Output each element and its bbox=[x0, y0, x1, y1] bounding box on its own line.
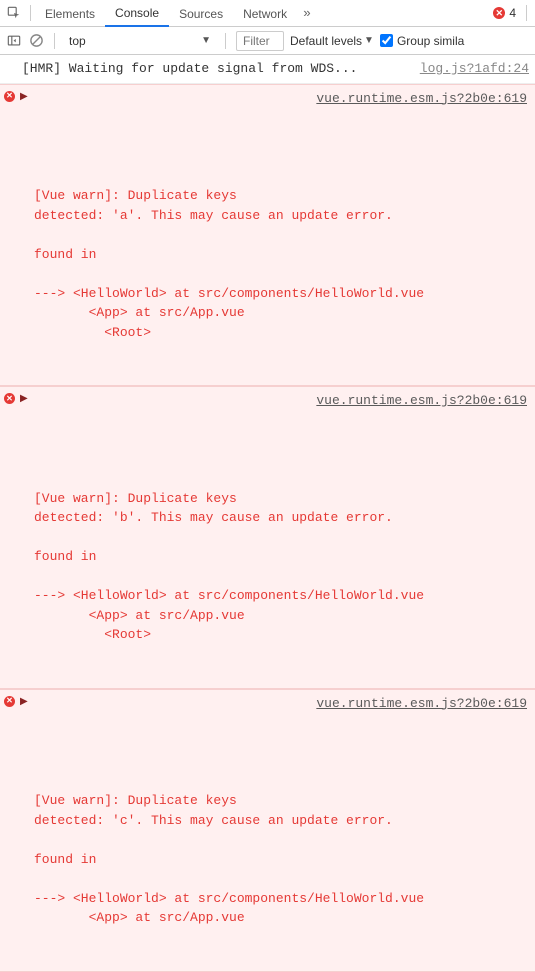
error-message: [Vue warn]: Duplicate keys detected: 'c'… bbox=[22, 791, 529, 928]
error-message: [Vue warn]: Duplicate keys detected: 'b'… bbox=[22, 489, 529, 645]
error-message: [Vue warn]: Duplicate keys detected: 'a'… bbox=[22, 186, 529, 342]
log-row-info[interactable]: [HMR] Waiting for update signal from WDS… bbox=[0, 55, 535, 84]
levels-label: Default levels bbox=[290, 34, 362, 48]
console-toolbar: top ▼ Default levels ▼ Group simila bbox=[0, 27, 535, 55]
expand-arrow-icon[interactable]: ▶ bbox=[20, 392, 28, 407]
group-similar-input[interactable] bbox=[380, 34, 393, 47]
error-count-badge[interactable]: ✕ 4 bbox=[493, 6, 516, 20]
context-selector[interactable]: top ▼ bbox=[65, 33, 215, 49]
chevron-down-icon: ▼ bbox=[201, 35, 211, 46]
separator bbox=[526, 5, 527, 21]
log-levels-selector[interactable]: Default levels ▼ bbox=[290, 34, 374, 48]
filter-input[interactable] bbox=[236, 31, 284, 51]
tab-network[interactable]: Network bbox=[233, 1, 297, 26]
clear-console-icon[interactable] bbox=[28, 33, 44, 49]
inspect-element-icon[interactable] bbox=[6, 5, 22, 21]
tab-elements[interactable]: Elements bbox=[35, 1, 105, 26]
error-icon: ✕ bbox=[493, 7, 505, 19]
source-link[interactable]: vue.runtime.esm.js?2b0e:619 bbox=[316, 89, 527, 109]
log-message: [HMR] Waiting for update signal from WDS… bbox=[22, 61, 357, 76]
separator bbox=[54, 33, 55, 49]
separator bbox=[225, 33, 226, 49]
toggle-sidebar-icon[interactable] bbox=[6, 33, 22, 49]
log-row-error[interactable]: ✕ ▶ vue.runtime.esm.js?2b0e:619 [Vue war… bbox=[0, 386, 535, 689]
error-icon: ✕ bbox=[4, 393, 15, 404]
tab-console[interactable]: Console bbox=[105, 0, 169, 27]
more-tabs-chevron-icon[interactable]: » bbox=[297, 6, 317, 21]
group-similar-label: Group simila bbox=[397, 34, 464, 48]
context-label: top bbox=[69, 34, 86, 48]
console-log: [HMR] Waiting for update signal from WDS… bbox=[0, 55, 535, 972]
error-icon: ✕ bbox=[4, 91, 15, 102]
expand-arrow-icon[interactable]: ▶ bbox=[20, 695, 28, 710]
log-row-error[interactable]: ✕ ▶ vue.runtime.esm.js?2b0e:619 [Vue war… bbox=[0, 84, 535, 387]
chevron-down-icon: ▼ bbox=[364, 35, 374, 46]
expand-arrow-icon[interactable]: ▶ bbox=[20, 90, 28, 105]
error-icon: ✕ bbox=[4, 696, 15, 707]
source-link[interactable]: log.js?1afd:24 bbox=[420, 59, 529, 79]
source-link[interactable]: vue.runtime.esm.js?2b0e:619 bbox=[316, 391, 527, 411]
group-similar-checkbox[interactable]: Group simila bbox=[380, 34, 464, 48]
source-link[interactable]: vue.runtime.esm.js?2b0e:619 bbox=[316, 694, 527, 714]
tab-sources[interactable]: Sources bbox=[169, 1, 233, 26]
log-row-error[interactable]: ✕ ▶ vue.runtime.esm.js?2b0e:619 [Vue war… bbox=[0, 689, 535, 972]
separator bbox=[30, 5, 31, 21]
error-count: 4 bbox=[509, 6, 516, 20]
devtools-tab-bar: Elements Console Sources Network » ✕ 4 bbox=[0, 0, 535, 27]
